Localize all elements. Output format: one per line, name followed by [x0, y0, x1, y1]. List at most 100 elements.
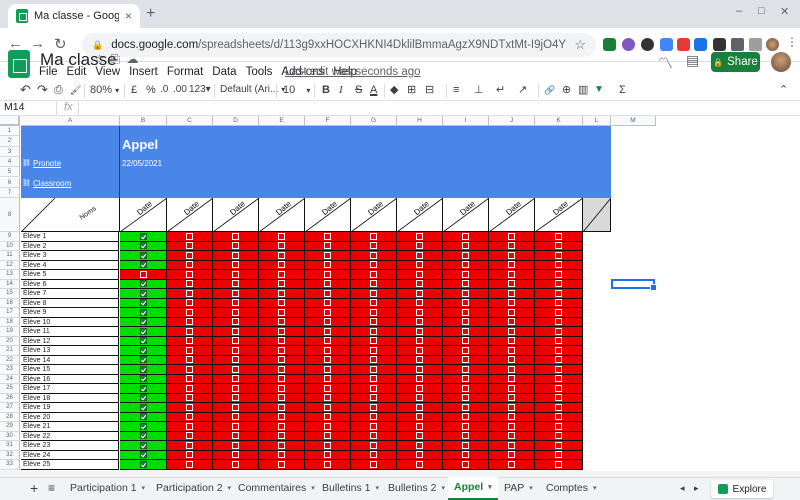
- attendance-cell[interactable]: [213, 355, 259, 366]
- attendance-cell[interactable]: [259, 374, 305, 385]
- attendance-cell[interactable]: [489, 460, 535, 470]
- checkbox[interactable]: [416, 280, 423, 288]
- attendance-cell[interactable]: [351, 270, 397, 280]
- checkbox[interactable]: [555, 451, 562, 459]
- checkbox[interactable]: [186, 318, 193, 326]
- checkbox[interactable]: [186, 441, 193, 449]
- attendance-cell[interactable]: [535, 374, 583, 385]
- attendance-cell[interactable]: [489, 289, 535, 299]
- attendance-cell[interactable]: [489, 355, 535, 366]
- student-name-cell[interactable]: Élève 16: [21, 374, 119, 385]
- checked-checkbox[interactable]: [139, 403, 147, 411]
- address-bar[interactable]: 🔒 docs.google.com/spreadsheets/d/113g9xx…: [82, 33, 596, 57]
- checkbox[interactable]: [416, 451, 423, 459]
- attendance-cell[interactable]: [397, 241, 443, 252]
- comments-icon[interactable]: ▤: [686, 52, 699, 69]
- insert-chart-icon[interactable]: ▥: [578, 82, 588, 98]
- checkbox[interactable]: [555, 422, 562, 430]
- checkbox[interactable]: [324, 270, 331, 278]
- checkbox[interactable]: [462, 356, 469, 364]
- attendance-cell[interactable]: [259, 298, 305, 309]
- checkbox[interactable]: [416, 346, 423, 354]
- checkbox[interactable]: [370, 356, 377, 364]
- attendance-cell[interactable]: [259, 384, 305, 394]
- attendance-cell[interactable]: [489, 308, 535, 318]
- checkbox[interactable]: [508, 261, 515, 269]
- date-header-l[interactable]: [583, 198, 611, 233]
- attendance-cell[interactable]: [305, 374, 351, 385]
- checkbox[interactable]: [232, 232, 239, 240]
- attendance-cell[interactable]: [305, 270, 351, 280]
- attendance-cell[interactable]: [397, 355, 443, 366]
- checkbox[interactable]: [278, 318, 285, 326]
- checkbox[interactable]: [370, 299, 377, 307]
- attendance-cell[interactable]: [167, 298, 213, 309]
- row-header-15[interactable]: 15: [0, 289, 20, 299]
- date-header-i[interactable]: Date: [443, 198, 489, 233]
- attendance-cell[interactable]: [167, 450, 213, 461]
- checkbox[interactable]: [555, 318, 562, 326]
- checkbox[interactable]: [324, 327, 331, 335]
- row-header-13[interactable]: 13: [0, 270, 20, 280]
- checkbox[interactable]: [555, 441, 562, 449]
- checkbox[interactable]: [324, 318, 331, 326]
- pronote-link[interactable]: Pronote: [33, 159, 61, 168]
- checkbox[interactable]: [232, 261, 239, 269]
- checkbox[interactable]: [278, 242, 285, 250]
- attendance-cell[interactable]: [443, 279, 489, 290]
- row-header-6[interactable]: 6: [0, 177, 20, 188]
- menu-insert[interactable]: Insert: [129, 66, 158, 78]
- attendance-cell[interactable]: [489, 393, 535, 404]
- checkbox[interactable]: [508, 403, 515, 411]
- row-header-28[interactable]: 28: [0, 412, 20, 423]
- checkbox[interactable]: [324, 242, 331, 250]
- checkbox[interactable]: [324, 232, 331, 240]
- attendance-cell[interactable]: [167, 336, 213, 347]
- checkbox[interactable]: [186, 432, 193, 440]
- checked-checkbox[interactable]: [139, 261, 147, 269]
- attendance-cell[interactable]: [213, 241, 259, 252]
- checkbox[interactable]: [324, 413, 331, 421]
- checkbox[interactable]: [232, 375, 239, 383]
- checked-checkbox[interactable]: [139, 346, 147, 354]
- attendance-cell[interactable]: [443, 422, 489, 432]
- checkbox[interactable]: [278, 261, 285, 269]
- attendance-cell[interactable]: [259, 422, 305, 432]
- row-header-11[interactable]: 11: [0, 251, 20, 261]
- checkbox[interactable]: [186, 299, 193, 307]
- attendance-cell[interactable]: [351, 374, 397, 385]
- checkbox[interactable]: [324, 375, 331, 383]
- checkbox[interactable]: [555, 242, 562, 250]
- attendance-cell[interactable]: [443, 365, 489, 375]
- attendance-cell[interactable]: [259, 441, 305, 451]
- checkbox[interactable]: [370, 432, 377, 440]
- attendance-cell[interactable]: [167, 308, 213, 318]
- checkbox[interactable]: [324, 261, 331, 269]
- student-name-cell[interactable]: Élève 5: [21, 270, 119, 280]
- row-header-20[interactable]: 20: [0, 336, 20, 347]
- attendance-cell[interactable]: [489, 441, 535, 451]
- checkbox[interactable]: [139, 270, 147, 278]
- student-name-cell[interactable]: Élève 25: [21, 460, 119, 470]
- checkbox[interactable]: [508, 365, 515, 373]
- checkbox[interactable]: [278, 432, 285, 440]
- checkbox[interactable]: [232, 365, 239, 373]
- attendance-cell[interactable]: [120, 251, 167, 261]
- checkbox[interactable]: [232, 280, 239, 288]
- checkbox[interactable]: [370, 403, 377, 411]
- date-header-j[interactable]: Date: [489, 198, 535, 233]
- checked-checkbox[interactable]: [139, 432, 147, 440]
- checkbox[interactable]: [370, 384, 377, 392]
- attendance-cell[interactable]: [351, 308, 397, 318]
- attendance-cell[interactable]: [120, 365, 167, 375]
- column-header-e[interactable]: E: [259, 116, 305, 126]
- checkbox[interactable]: [324, 403, 331, 411]
- checkbox[interactable]: [324, 308, 331, 316]
- checkbox[interactable]: [508, 413, 515, 421]
- checkbox[interactable]: [462, 289, 469, 297]
- undo-icon[interactable]: ↶: [20, 82, 31, 98]
- checkbox[interactable]: [508, 327, 515, 335]
- attendance-cell[interactable]: [305, 393, 351, 404]
- attendance-cell[interactable]: [213, 289, 259, 299]
- student-name-cell[interactable]: Élève 14: [21, 355, 119, 366]
